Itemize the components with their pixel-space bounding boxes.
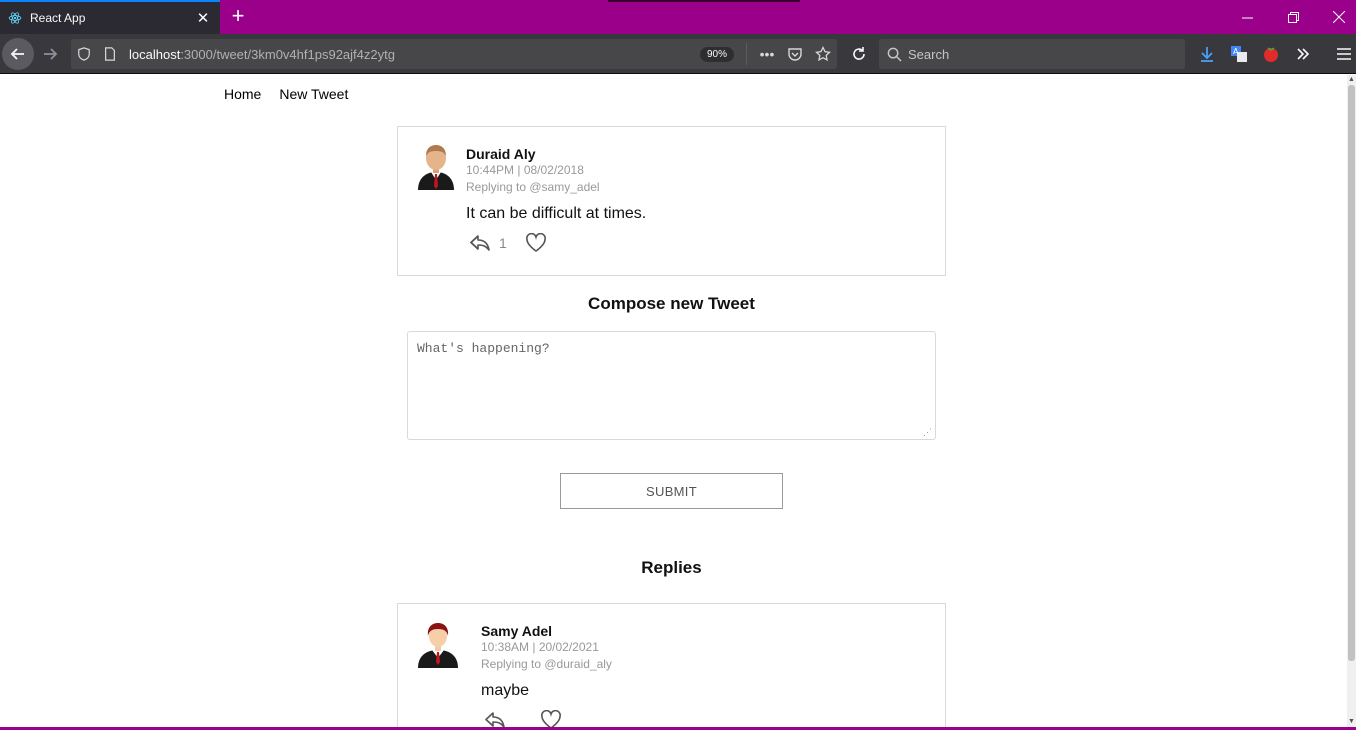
textarea-resize-grip[interactable]: ⋰ [923,427,933,437]
page-info-icon[interactable] [97,39,123,69]
tracking-shield-icon[interactable] [71,39,97,69]
tweet-actions: 1 [469,233,547,253]
restore-button[interactable] [1270,0,1316,34]
search-placeholder: Search [908,46,950,62]
tweet-timestamp: 10:44PM | 08/02/2018 [466,163,584,177]
reply-author: Samy Adel [481,623,553,639]
close-window-button[interactable] [1316,0,1356,34]
zoom-level-badge[interactable]: 90% [699,46,734,62]
page-content: Home New Tweet Duraid Aly 10:44PM | 08/0… [0,75,1347,730]
search-bar[interactable]: Search [879,39,1185,69]
submit-button[interactable]: SUBMIT [560,473,783,509]
nav-new-tweet-link[interactable]: New Tweet [279,86,348,102]
reply-timestamp: 10:38AM | 20/02/2021 [481,640,599,654]
download-icon [1201,47,1213,62]
minimize-button[interactable] [1224,0,1270,34]
title-bar: React App ✕ + [0,0,1356,34]
extension-red-button[interactable] [1255,38,1287,70]
reply-replying-to-label: Replying to @duraid_aly [481,657,612,671]
minimize-icon [1241,17,1253,18]
react-logo-icon [8,12,22,24]
address-bar[interactable]: localhost:3000/tweet/3km0v4hf1ps92ajf4z2… [71,39,837,69]
overflow-menu-button[interactable] [1287,38,1319,70]
parent-tweet-card[interactable]: Duraid Aly 10:44PM | 08/02/2018 Replying… [397,126,946,276]
downloads-button[interactable] [1191,38,1223,70]
pocket-icon[interactable] [781,39,809,69]
reply-count: 1 [499,235,507,251]
compose-title: Compose new Tweet [588,294,755,313]
url-path: :3000/tweet/3km0v4hf1ps92ajf4z2ytg [180,46,395,62]
replying-to-label: Replying to @samy_adel [466,180,600,194]
arrow-left-icon [10,48,24,60]
navigation-toolbar: localhost:3000/tweet/3km0v4hf1ps92ajf4z2… [0,34,1356,74]
search-icon [887,47,902,62]
page-scrollbar[interactable]: ▲ ▼ [1347,75,1356,730]
page-actions-icon[interactable]: ••• [753,39,781,69]
tweet-text: It can be difficult at times. [466,205,647,222]
scrollbar-thumb[interactable] [1348,85,1355,661]
avatar-duraid-aly [418,145,454,190]
hamburger-icon [1337,48,1351,60]
title-bar-accent [608,0,800,2]
tweet-author: Duraid Aly [466,146,536,162]
svg-text:A: A [1233,47,1239,56]
arrow-right-icon [44,48,58,60]
translate-extension-button[interactable]: A [1223,38,1255,70]
chevron-double-right-icon [1297,48,1310,60]
avatar-samy-adel [418,623,458,668]
reload-button[interactable] [843,38,875,70]
tweet-compose-textarea[interactable] [407,331,936,440]
tomato-icon [1264,47,1278,62]
nav-home-link[interactable]: Home [224,86,261,102]
url-text[interactable]: localhost:3000/tweet/3km0v4hf1ps92ajf4z2… [129,47,700,62]
heart-icon[interactable] [525,233,547,253]
url-host: localhost [129,46,181,62]
reply-tweet-card[interactable]: Samy Adel 10:38AM | 20/02/2021 Replying … [397,603,946,730]
new-tab-button[interactable]: + [226,5,250,29]
reply-icon[interactable] [469,233,491,253]
scroll-down-icon[interactable]: ▼ [1347,717,1356,727]
url-separator [746,43,747,65]
forward-button[interactable] [34,38,66,70]
tab-title: React App [30,11,86,25]
reload-icon [853,47,865,60]
browser-tab-active[interactable]: React App ✕ [0,0,220,34]
reply-text: maybe [481,682,530,699]
translate-icon: A [1231,46,1247,62]
back-button[interactable] [2,38,34,70]
tab-close-icon[interactable]: ✕ [194,9,212,27]
close-icon [1333,11,1345,23]
replies-title: Replies [641,558,702,577]
scroll-up-icon[interactable]: ▲ [1347,75,1356,85]
hamburger-menu-button[interactable] [1328,38,1356,70]
app-nav: Home New Tweet [224,86,348,102]
bookmark-star-icon[interactable] [809,39,837,69]
restore-icon [1287,11,1299,23]
